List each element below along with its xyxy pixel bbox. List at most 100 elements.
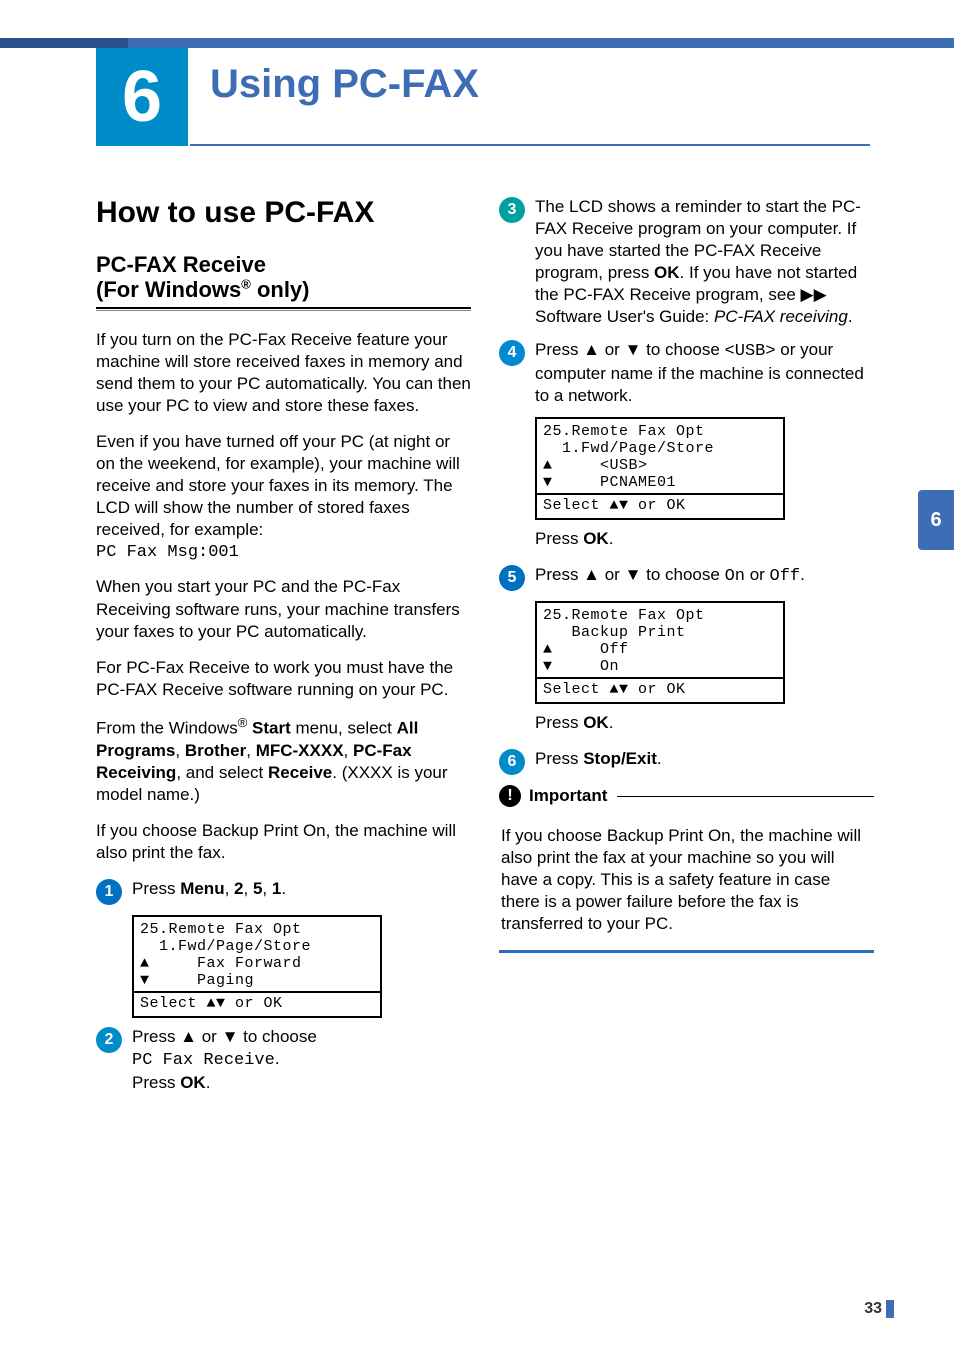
lcd3-l1: 25.Remote Fax Opt — [543, 607, 777, 624]
important-heading: ! Important — [499, 785, 874, 807]
t: . — [275, 1049, 280, 1068]
t: menu, select — [291, 719, 397, 738]
para-2: Even if you have turned off your PC (at … — [96, 431, 471, 541]
header-band — [0, 38, 954, 48]
t: Press — [132, 1073, 180, 1092]
t: , — [246, 741, 255, 760]
t: . — [281, 879, 286, 898]
lcd1-l1: 25.Remote Fax Opt — [140, 921, 374, 938]
lcd3-l4: ▼ On — [543, 658, 777, 675]
registered-icon: ® — [238, 715, 248, 730]
step-badge-3: 3 — [499, 197, 525, 223]
lcd3-l3: ▲ Off — [543, 641, 777, 658]
t: . — [206, 1073, 211, 1092]
lcd-message-example: PC Fax Msg:001 — [96, 543, 471, 562]
off-option: Off — [770, 567, 801, 586]
step-6: 6 Press Stop/Exit. — [499, 748, 874, 775]
lcd2-l1: 25.Remote Fax Opt — [543, 423, 777, 440]
t: Press — [535, 713, 583, 732]
lcd-display-3: 25.Remote Fax Opt Backup Print ▲ Off ▼ O… — [535, 601, 785, 704]
t: Press ▲ or ▼ to choose — [535, 340, 725, 359]
ok-key: OK — [583, 529, 609, 548]
step-badge-2: 2 — [96, 1027, 122, 1053]
step-badge-1: 1 — [96, 879, 122, 905]
para-6: If you choose Backup Print On, the machi… — [96, 820, 471, 864]
key-1: 1 — [272, 879, 281, 898]
on-option: On — [725, 567, 745, 586]
t: Press ▲ or ▼ to choose — [535, 565, 725, 584]
t: . — [848, 307, 853, 326]
t: , — [225, 879, 234, 898]
brother-label: Brother — [185, 741, 246, 760]
subsection-title: PC-FAX Receive (For Windows® only) — [96, 252, 471, 303]
left-column: How to use PC-FAX PC-FAX Receive (For Wi… — [96, 190, 471, 1104]
side-tab-number: 6 — [930, 509, 941, 532]
header-band-dark — [0, 38, 128, 48]
important-body: If you choose Backup Print On, the machi… — [501, 825, 872, 935]
step-5: 5 Press ▲ or ▼ to choose On or Off. — [499, 564, 874, 591]
t: . — [800, 565, 805, 584]
important-rule — [617, 796, 874, 797]
start-menu-label: Start — [247, 719, 290, 738]
t: or — [745, 565, 770, 584]
step-badge-4: 4 — [499, 340, 525, 366]
page-number: 33 — [864, 1300, 882, 1318]
receive-label: Receive — [268, 763, 332, 782]
subsection-line1: PC-FAX Receive — [96, 252, 266, 277]
lcd1-b: Select ▲▼ or OK — [140, 995, 374, 1012]
chapter-title: Using PC-FAX — [210, 62, 479, 107]
lcd3-l2: Backup Print — [543, 624, 777, 641]
chapter-thumb-tab: 6 — [918, 490, 954, 550]
step-3: 3 The LCD shows a reminder to start the … — [499, 196, 874, 329]
lcd1-l3: ▲ Fax Forward — [140, 955, 374, 972]
important-box: If you choose Backup Print On, the machi… — [499, 813, 874, 952]
pcfax-receive-option: PC Fax Receive — [132, 1051, 275, 1070]
lcd-display-1: 25.Remote Fax Opt 1.Fwd/Page/Store ▲ Fax… — [132, 915, 382, 1018]
important-label: Important — [529, 786, 607, 806]
para-5: From the Windows® Start menu, select All… — [96, 715, 471, 806]
section-title: How to use PC-FAX — [96, 196, 471, 230]
step-6-body: Press Stop/Exit. — [535, 748, 874, 770]
ok-key: OK — [654, 263, 680, 282]
lcd2-l2: 1.Fwd/Page/Store — [543, 440, 777, 457]
menu-key: Menu — [180, 879, 224, 898]
lcd2-l4: ▼ PCNAME01 — [543, 474, 777, 491]
page-number-bar — [886, 1300, 894, 1318]
step-1-body: Press Menu, 2, 5, 1. — [132, 878, 471, 900]
chapter-number: 6 — [122, 56, 162, 138]
step-2: 2 Press ▲ or ▼ to choose PC Fax Receive.… — [96, 1026, 471, 1094]
t: Press — [535, 749, 583, 768]
content-area: How to use PC-FAX PC-FAX Receive (For Wi… — [96, 190, 874, 1104]
step-badge-5: 5 — [499, 565, 525, 591]
t: , — [175, 741, 184, 760]
chapter-number-box: 6 — [96, 48, 188, 146]
right-column: 3 The LCD shows a reminder to start the … — [499, 190, 874, 1104]
t: Press ▲ or ▼ to choose — [132, 1027, 317, 1046]
lcd2-b: Select ▲▼ or OK — [543, 497, 777, 514]
lcd1-l4: ▼ Paging — [140, 972, 374, 989]
stop-exit-key: Stop/Exit — [583, 749, 657, 768]
step-4-body: Press ▲ or ▼ to choose <USB> or your com… — [535, 339, 874, 407]
t: , and select — [176, 763, 268, 782]
subsection-underline — [96, 307, 471, 309]
lcd-display-2: 25.Remote Fax Opt 1.Fwd/Page/Store ▲ <US… — [535, 417, 785, 520]
press-ok-2: Press OK. — [535, 712, 874, 734]
t: . — [609, 713, 614, 732]
step-1: 1 Press Menu, 2, 5, 1. — [96, 878, 471, 905]
para5-pre: From the Windows — [96, 719, 238, 738]
key-2: 2 — [234, 879, 243, 898]
lcd1-l2: 1.Fwd/Page/Store — [140, 938, 374, 955]
t: Press — [535, 529, 583, 548]
lcd3-b: Select ▲▼ or OK — [543, 681, 777, 698]
para-3: When you start your PC and the PC-Fax Re… — [96, 576, 471, 642]
ok-key: OK — [180, 1073, 206, 1092]
step-3-body: The LCD shows a reminder to start the PC… — [535, 196, 874, 329]
mfc-model-label: MFC-XXXX — [256, 741, 344, 760]
t: , — [262, 879, 271, 898]
key-5: 5 — [253, 879, 262, 898]
para-4: For PC-Fax Receive to work you must have… — [96, 657, 471, 701]
t: , — [344, 741, 353, 760]
t: . — [609, 529, 614, 548]
important-icon: ! — [499, 785, 521, 807]
para-1: If you turn on the PC-Fax Receive featur… — [96, 329, 471, 417]
